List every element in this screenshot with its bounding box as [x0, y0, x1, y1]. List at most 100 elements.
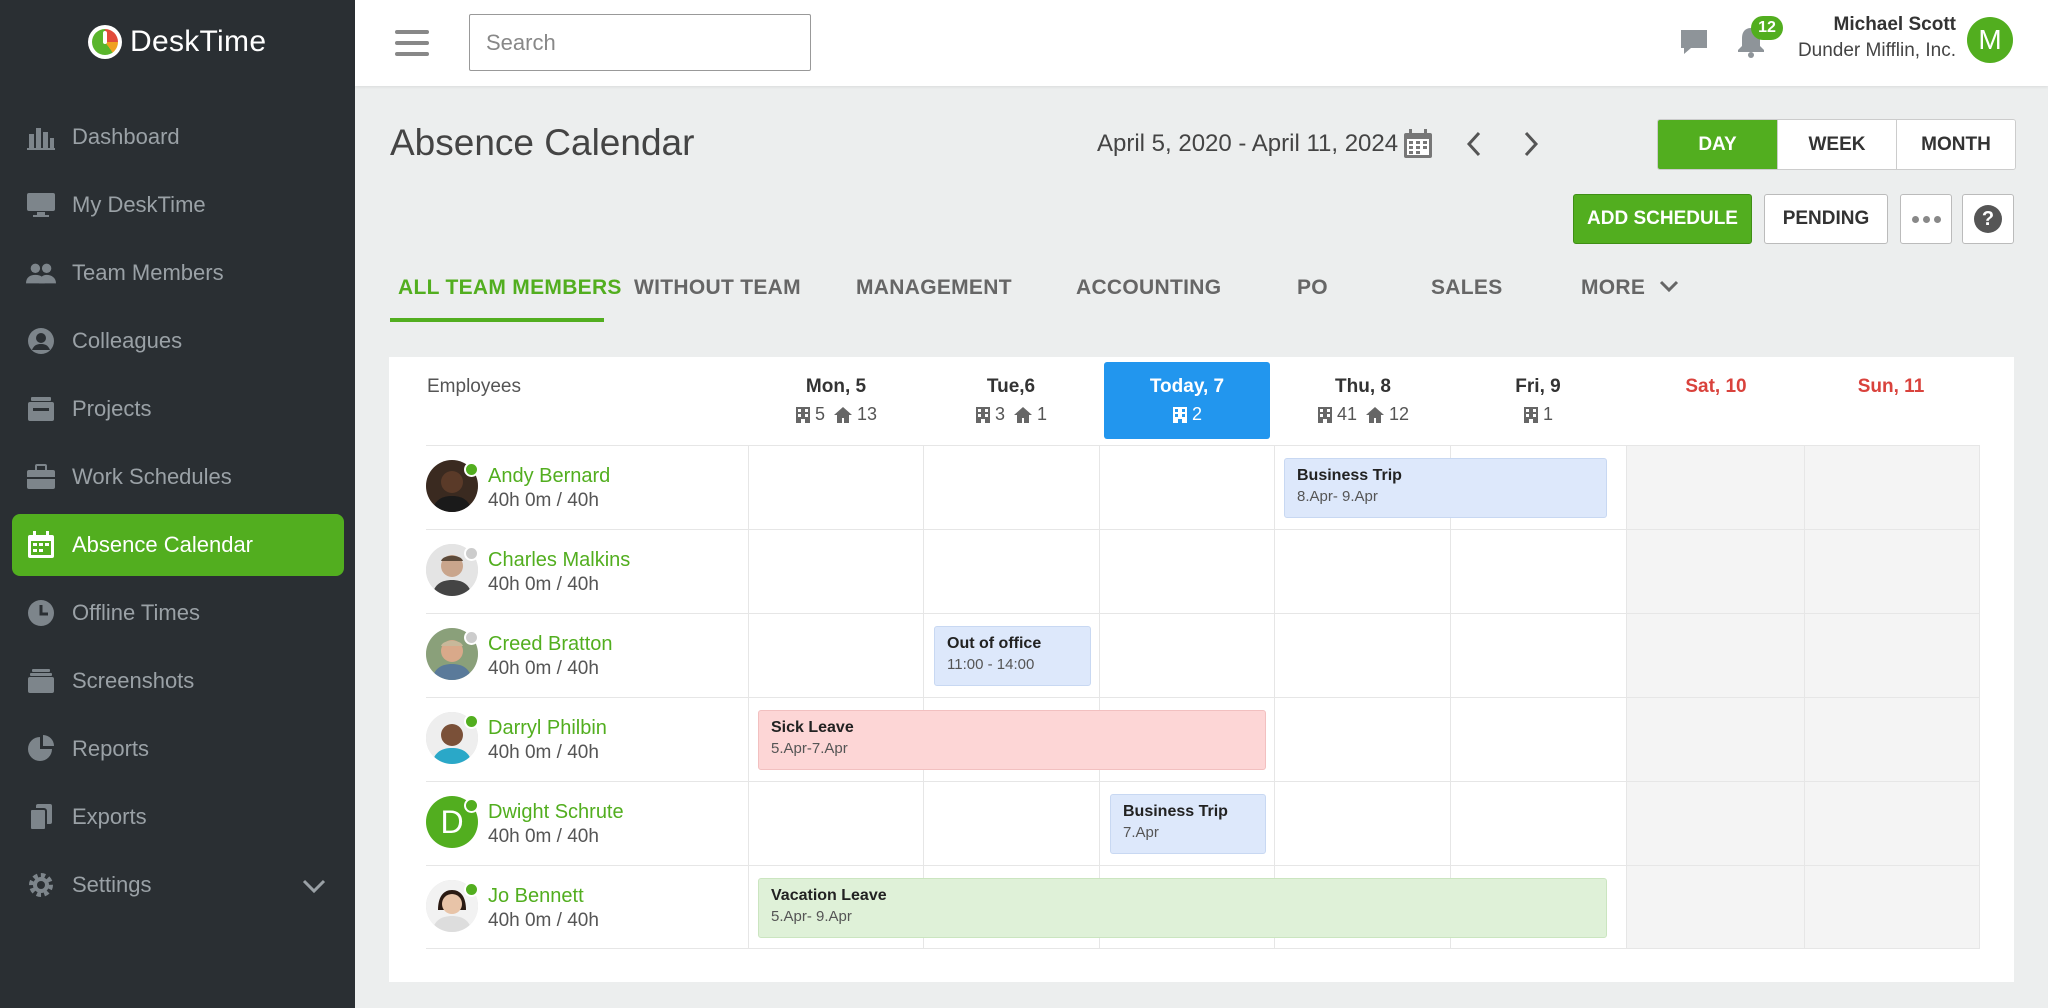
office-icon: [1317, 406, 1332, 423]
calendar-picker-icon[interactable]: [1403, 129, 1433, 164]
home-count: 1: [1037, 404, 1048, 424]
sidebar-item-dashboard[interactable]: Dashboard: [12, 106, 344, 168]
sidebar-item-exports[interactable]: Exports: [12, 786, 344, 848]
employee-name[interactable]: Creed Bratton: [488, 633, 613, 656]
sidebar-item-label: My DeskTime: [72, 192, 206, 217]
calendar-icon: [26, 530, 56, 560]
tab-management[interactable]: MANAGEMENT: [856, 276, 1012, 322]
status-dot: [464, 546, 479, 561]
sidebar-item-reports[interactable]: Reports: [12, 718, 344, 780]
day-label: Sun, 11: [1857, 376, 1925, 397]
tab-sales[interactable]: SALES: [1431, 276, 1503, 322]
day-header-sun: Sun, 11: [1808, 362, 1974, 438]
employee-name[interactable]: Andy Bernard: [488, 465, 610, 488]
home-count: 13: [856, 404, 878, 424]
absence-event-sick-leave[interactable]: Sick Leave 5.Apr-7.Apr: [758, 710, 1266, 770]
event-title: Business Trip: [1123, 803, 1228, 820]
next-period-button[interactable]: [1520, 130, 1542, 163]
employee-name[interactable]: Dwight Schrute: [488, 801, 624, 824]
sidebar-item-projects[interactable]: Projects: [12, 378, 344, 440]
status-dot: [464, 714, 479, 729]
day-label: Today, 7: [1149, 376, 1225, 397]
day-header-today: Today, 7 2: [1104, 362, 1270, 439]
menu-icon[interactable]: [395, 30, 429, 56]
day-header-fri: Fri, 9 1: [1455, 362, 1621, 438]
search-input[interactable]: [469, 14, 811, 71]
sidebar-item-label: Settings: [72, 872, 152, 897]
col-divider: [1804, 445, 1805, 949]
sidebar-item-team-members[interactable]: Team Members: [12, 242, 344, 304]
avatar-initial: D: [440, 803, 464, 840]
brand-name: DeskTime: [130, 25, 267, 58]
date-range: April 5, 2020 - April 11, 2024: [1097, 130, 1399, 157]
tab-po[interactable]: PO: [1297, 276, 1328, 322]
day-label: Sat, 10: [1685, 376, 1747, 397]
view-day-button[interactable]: DAY: [1658, 120, 1777, 169]
absence-event-vacation-leave[interactable]: Vacation Leave 5.Apr- 9.Apr: [758, 878, 1607, 938]
status-dot: [464, 462, 479, 477]
sidebar-item-settings[interactable]: Settings: [12, 854, 344, 916]
employee-hours: 40h 0m / 40h: [488, 742, 599, 763]
monitor-icon: [26, 190, 56, 220]
clock-icon: [26, 598, 56, 628]
pie-chart-icon: [26, 734, 56, 764]
notification-badge: 12: [1751, 16, 1783, 40]
event-range: 11:00 - 14:00: [947, 656, 1035, 673]
add-schedule-button[interactable]: ADD SCHEDULE: [1573, 194, 1752, 244]
user-info[interactable]: Michael Scott Dunder Mifflin, Inc.: [1798, 14, 1956, 62]
tab-without-team[interactable]: WITHOUT TEAM: [634, 276, 801, 322]
event-title: Business Trip: [1297, 467, 1402, 484]
day-label: Fri, 9: [1515, 376, 1561, 397]
sidebar-item-colleagues[interactable]: Colleagues: [12, 310, 344, 372]
day-header-thu: Thu, 8 41 12: [1280, 362, 1446, 438]
table-row: D Dwight Schrute 40h 0m / 40h: [426, 781, 746, 865]
avatar[interactable]: M: [1967, 17, 2013, 63]
page-title: Absence Calendar: [390, 122, 695, 163]
active-tab-underline: [390, 318, 604, 322]
day-label: Thu, 8: [1335, 376, 1391, 397]
status-dot: [464, 882, 479, 897]
employee-name[interactable]: Jo Bennett: [488, 885, 584, 908]
more-options-button[interactable]: [1900, 194, 1952, 244]
sidebar-item-my-desktime[interactable]: My DeskTime: [12, 174, 344, 236]
col-divider: [923, 445, 924, 949]
tab-accounting[interactable]: ACCOUNTING: [1076, 276, 1221, 322]
tab-more[interactable]: MORE: [1581, 276, 1679, 322]
team-icon: [26, 258, 56, 288]
event-title: Sick Leave: [771, 719, 854, 736]
prev-period-button[interactable]: [1463, 130, 1485, 163]
pending-button[interactable]: PENDING: [1764, 194, 1888, 244]
day-label: Tue,6: [986, 376, 1036, 397]
user-name: Michael Scott: [1833, 14, 1956, 35]
absence-event-business-trip[interactable]: Business Trip 7.Apr: [1110, 794, 1266, 854]
day-counts: 1: [1455, 404, 1621, 425]
view-month-button[interactable]: MONTH: [1896, 120, 2015, 169]
absence-event-business-trip[interactable]: Business Trip 8.Apr- 9.Apr: [1284, 458, 1607, 518]
view-switcher: DAY WEEK MONTH: [1657, 119, 2016, 170]
home-count: 12: [1389, 404, 1410, 424]
sidebar-item-label: Projects: [72, 396, 152, 421]
day-counts: 41 12: [1280, 404, 1446, 425]
sidebar-item-label: Colleagues: [72, 328, 183, 353]
col-divider: [1450, 445, 1451, 949]
table-row: Creed Bratton 40h 0m / 40h: [426, 613, 746, 697]
employee-hours: 40h 0m / 40h: [488, 910, 599, 931]
chat-icon[interactable]: [1679, 28, 1709, 61]
employee-name[interactable]: Charles Malkins: [488, 549, 630, 572]
employee-name[interactable]: Darryl Philbin: [488, 717, 607, 740]
view-week-button[interactable]: WEEK: [1777, 120, 1896, 169]
col-divider: [1979, 445, 1980, 949]
sidebar-item-offline-times[interactable]: Offline Times: [12, 582, 344, 644]
tab-all-team-members[interactable]: ALL TEAM MEMBERS: [398, 276, 622, 322]
sidebar-item-work-schedules[interactable]: Work Schedules: [12, 446, 344, 508]
projects-icon: [26, 394, 56, 424]
briefcase-icon: [26, 462, 56, 492]
brand-logo[interactable]: DeskTime: [88, 22, 266, 62]
col-divider: [748, 445, 749, 949]
absence-event-out-of-office[interactable]: Out of office 11:00 - 14:00: [934, 626, 1091, 686]
sidebar-item-absence-calendar[interactable]: Absence Calendar: [12, 514, 344, 576]
sidebar-item-label: Work Schedules: [72, 464, 232, 489]
help-button[interactable]: ?: [1962, 194, 2014, 244]
chevron-down-icon[interactable]: [302, 874, 326, 900]
sidebar-item-screenshots[interactable]: Screenshots: [12, 650, 344, 712]
